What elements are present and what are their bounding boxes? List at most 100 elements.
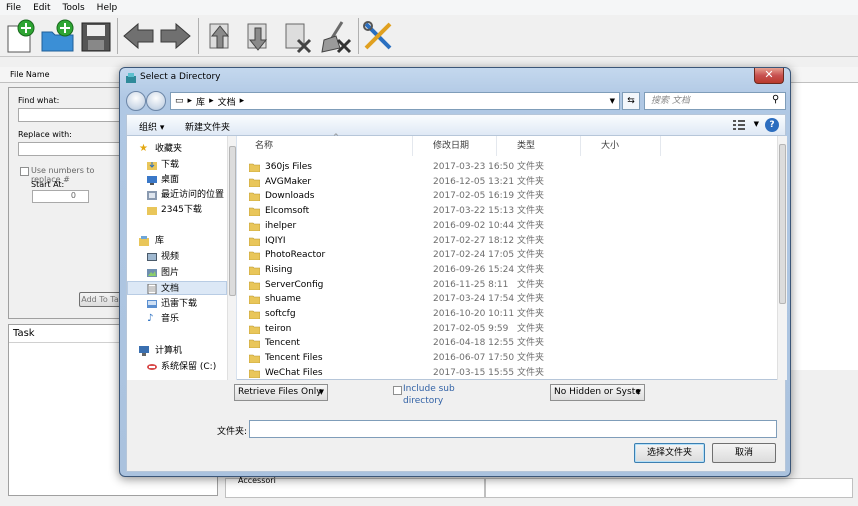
file-type: 文件夹 bbox=[517, 338, 545, 349]
help-icon[interactable]: ? bbox=[765, 118, 779, 132]
file-name: teiron bbox=[265, 323, 292, 334]
view-options-icon[interactable] bbox=[733, 119, 745, 131]
cancel-button[interactable]: 取消 bbox=[712, 443, 776, 463]
file-list-scroll-thumb[interactable] bbox=[779, 144, 786, 304]
folder-label: 文件夹: bbox=[217, 427, 248, 437]
use-numbers-checkbox[interactable] bbox=[20, 167, 29, 176]
window-icon bbox=[126, 73, 136, 83]
file-row[interactable]: AVGMaker 2016-12-05 13:21 文件夹 bbox=[237, 175, 777, 190]
select-folder-button[interactable]: 选择文件夹 bbox=[634, 443, 705, 463]
clear-button[interactable] bbox=[318, 18, 354, 54]
file-row[interactable]: teiron 2017-02-05 9:59 文件夹 bbox=[237, 322, 777, 337]
file-row[interactable]: shuame 2017-03-24 17:54 文件夹 bbox=[237, 292, 777, 307]
file-row[interactable]: WeChat Files 2017-03-15 15:55 文件夹 bbox=[237, 366, 777, 381]
nav-xunlei-downloads[interactable]: 迅雷下载 bbox=[127, 297, 227, 311]
close-button[interactable]: ✕ bbox=[754, 68, 784, 84]
file-row[interactable]: ihelper 2016-09-02 10:44 文件夹 bbox=[237, 219, 777, 234]
organize-button[interactable]: 组织 ▾ bbox=[139, 120, 164, 133]
nav-pictures[interactable]: 图片 bbox=[127, 266, 227, 280]
menu-file[interactable]: File bbox=[0, 3, 27, 13]
back-nav-button[interactable] bbox=[126, 91, 146, 111]
nav-scroll-thumb[interactable] bbox=[229, 146, 236, 296]
nav-downloads[interactable]: 下载 bbox=[127, 158, 227, 172]
save-button[interactable] bbox=[78, 18, 114, 54]
file-type: 文件夹 bbox=[517, 191, 545, 202]
search-input[interactable]: 搜索 文档 bbox=[644, 92, 786, 110]
retrieve-files-select[interactable]: Retrieve Files Only ▼ bbox=[234, 384, 328, 401]
nav-scrollbar[interactable] bbox=[227, 136, 236, 380]
file-type: 文件夹 bbox=[517, 323, 545, 334]
nav-system-drive[interactable]: 系统保留 (C:) bbox=[127, 360, 227, 374]
folder-input[interactable] bbox=[249, 420, 777, 438]
new-folder-button[interactable]: 新建文件夹 bbox=[185, 120, 230, 133]
nav-music[interactable]: ♪ 音乐 bbox=[127, 312, 227, 326]
nav-2345-downloads[interactable]: 2345下载 bbox=[127, 203, 227, 217]
nav-favorites[interactable]: ★ 收藏夹 bbox=[127, 142, 227, 156]
breadcrumb-documents[interactable]: 文档 bbox=[218, 95, 236, 108]
folder-icon bbox=[249, 207, 260, 217]
nav-documents[interactable]: 文档 bbox=[127, 281, 227, 295]
menu-bar: File Edit Tools Help bbox=[0, 0, 858, 15]
pictures-icon bbox=[147, 269, 157, 277]
tools-button[interactable] bbox=[360, 18, 396, 54]
toolbar-separator bbox=[198, 18, 199, 54]
library-icon bbox=[139, 236, 149, 246]
hidden-files-select[interactable]: No Hidden or Syste ▼ bbox=[550, 384, 645, 401]
browser-body: ★ 收藏夹 下载 桌面 最近访问的位置 2345下载 库 视频 图片 文档 迅雷… bbox=[126, 133, 787, 381]
column-date[interactable]: 修改日期 bbox=[413, 136, 497, 156]
file-row[interactable]: Tencent 2016-04-18 12:55 文件夹 bbox=[237, 336, 777, 351]
nav-computer[interactable]: 计算机 bbox=[127, 344, 227, 358]
forward-nav-button[interactable] bbox=[146, 91, 166, 111]
command-bar: 组织 ▾ 新建文件夹 ▼ ? bbox=[126, 114, 786, 136]
move-down-button[interactable] bbox=[240, 18, 276, 54]
nav-label: 库 bbox=[155, 236, 165, 246]
file-date: 2016-11-25 8:11 bbox=[433, 279, 509, 290]
refresh-icon: ⇆ bbox=[627, 96, 635, 106]
back-button[interactable] bbox=[121, 18, 157, 54]
start-at-stepper[interactable]: 0 bbox=[32, 190, 89, 203]
file-row[interactable]: Rising 2016-09-26 15:24 文件夹 bbox=[237, 263, 777, 278]
file-row[interactable]: 360js Files 2017-03-23 16:50 文件夹 bbox=[237, 160, 777, 175]
refresh-button[interactable]: ⇆ bbox=[622, 92, 640, 110]
breadcrumb-library[interactable]: 库 bbox=[196, 95, 205, 108]
forward-button[interactable] bbox=[157, 18, 193, 54]
nav-videos[interactable]: 视频 bbox=[127, 250, 227, 264]
file-row[interactable]: IQIYI 2017-02-27 18:12 文件夹 bbox=[237, 234, 777, 249]
add-folder-button[interactable] bbox=[40, 18, 76, 54]
move-up-button[interactable] bbox=[202, 18, 238, 54]
nav-libraries[interactable]: 库 bbox=[127, 234, 227, 248]
file-date: 2017-02-05 9:59 bbox=[433, 323, 509, 334]
new-file-button[interactable] bbox=[4, 18, 40, 54]
column-size[interactable]: 大小 bbox=[581, 136, 661, 156]
file-row[interactable]: ServerConfig 2016-11-25 8:11 文件夹 bbox=[237, 278, 777, 293]
file-row[interactable]: softcfg 2016-10-20 10:11 文件夹 bbox=[237, 307, 777, 322]
include-sub-checkbox[interactable] bbox=[393, 386, 402, 395]
file-row[interactable]: Downloads 2017-02-05 16:19 文件夹 bbox=[237, 189, 777, 204]
file-row[interactable]: PhotoReactor 2017-02-24 17:05 文件夹 bbox=[237, 248, 777, 263]
column-name[interactable]: 名称 bbox=[237, 136, 413, 156]
file-row[interactable]: Tencent Files 2016-06-07 17:50 文件夹 bbox=[237, 351, 777, 366]
menu-help[interactable]: Help bbox=[91, 3, 124, 13]
navigation-pane: ★ 收藏夹 下载 桌面 最近访问的位置 2345下载 库 视频 图片 文档 迅雷… bbox=[127, 136, 237, 380]
file-name: 360js Files bbox=[265, 162, 312, 172]
add-to-task-button[interactable]: Add To Ta bbox=[79, 292, 121, 307]
replace-with-input[interactable] bbox=[18, 142, 120, 156]
column-type[interactable]: 类型 bbox=[497, 136, 581, 156]
address-bar[interactable]: ▭ ▸ 库 ▸ 文档 ▸ ▼ bbox=[170, 92, 620, 110]
file-list-scrollbar[interactable] bbox=[777, 136, 787, 380]
computer-icon bbox=[139, 346, 149, 356]
address-dropdown-icon[interactable]: ▼ bbox=[610, 97, 615, 105]
star-icon: ★ bbox=[139, 143, 148, 154]
nav-desktop[interactable]: 桌面 bbox=[127, 173, 227, 187]
tools-icon bbox=[363, 21, 392, 50]
file-row[interactable]: Elcomsoft 2017-03-22 15:13 文件夹 bbox=[237, 204, 777, 219]
file-date: 2016-06-07 17:50 bbox=[433, 353, 515, 364]
find-what-input[interactable] bbox=[18, 108, 120, 122]
delete-button[interactable] bbox=[280, 18, 316, 54]
nav-label: 系统保留 (C:) bbox=[161, 362, 217, 372]
file-name: ServerConfig bbox=[265, 279, 324, 290]
menu-edit[interactable]: Edit bbox=[27, 3, 56, 13]
nav-recent[interactable]: 最近访问的位置 bbox=[127, 188, 227, 202]
menu-tools[interactable]: Tools bbox=[57, 3, 91, 13]
view-dropdown-icon[interactable]: ▼ bbox=[754, 120, 759, 128]
